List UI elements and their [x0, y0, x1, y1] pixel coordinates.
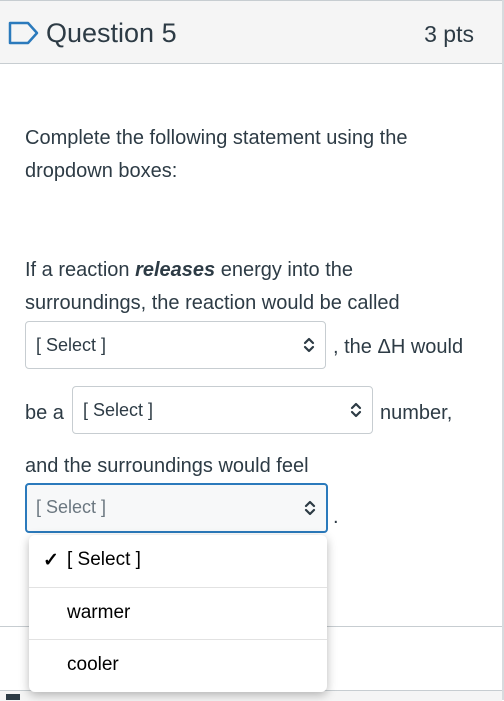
- instructions: Complete the following statement using t…: [25, 122, 407, 188]
- select-value: [ Select ]: [36, 335, 107, 355]
- checkmark-icon: ✓: [43, 550, 59, 571]
- statement-line-5: and the surroundings would feel: [25, 455, 309, 477]
- statement-line-2: surroundings, the reaction would be call…: [25, 292, 400, 314]
- statement-text-part: energy into the: [215, 259, 354, 281]
- statement-before-select-2: be a: [25, 402, 64, 424]
- select-delta-h-sign[interactable]: [ Select ]: [72, 386, 373, 434]
- statement-after-select-1: , the ΔH would: [333, 336, 464, 358]
- option-label: warmer: [67, 602, 131, 623]
- question-title: Question 5: [46, 18, 177, 48]
- next-question-flag-icon: [6, 694, 20, 700]
- statement-after-select-3: .: [333, 506, 339, 528]
- option-label: cooler: [67, 654, 119, 675]
- dropdown-menu: ✓ [ Select ] warmer cooler: [29, 535, 327, 692]
- dropdown-option-cooler[interactable]: cooler: [29, 639, 327, 692]
- instructions-line-2: dropdown boxes:: [25, 160, 178, 182]
- chevron-up-down-icon: [349, 402, 363, 423]
- select-surroundings-feel[interactable]: [ Select ]: [25, 483, 328, 533]
- option-label: [ Select ]: [67, 549, 141, 570]
- statement-after-select-2: number,: [380, 402, 453, 424]
- statement-text-part: If a reaction: [25, 259, 136, 281]
- statement-text: If a reaction releases energy into the s…: [25, 254, 400, 320]
- select-value: [ Select ]: [36, 497, 107, 517]
- chevron-up-down-icon: [303, 500, 317, 521]
- statement-line-1: If a reaction releases energy into the: [25, 254, 400, 287]
- question-header: Question 5 3 pts: [0, 0, 502, 64]
- emphasis-releases: releases: [135, 259, 216, 281]
- select-value: [ Select ]: [83, 400, 154, 420]
- instructions-line-1: Complete the following statement using t…: [25, 127, 408, 149]
- question-points: 3 pts: [424, 21, 474, 47]
- select-reaction-type[interactable]: [ Select ]: [25, 321, 326, 369]
- dropdown-option-warmer[interactable]: warmer: [29, 587, 327, 640]
- dropdown-option-select[interactable]: ✓ [ Select ]: [29, 535, 327, 587]
- bookmark-flag-icon[interactable]: [8, 21, 40, 50]
- chevron-up-down-icon: [302, 337, 316, 358]
